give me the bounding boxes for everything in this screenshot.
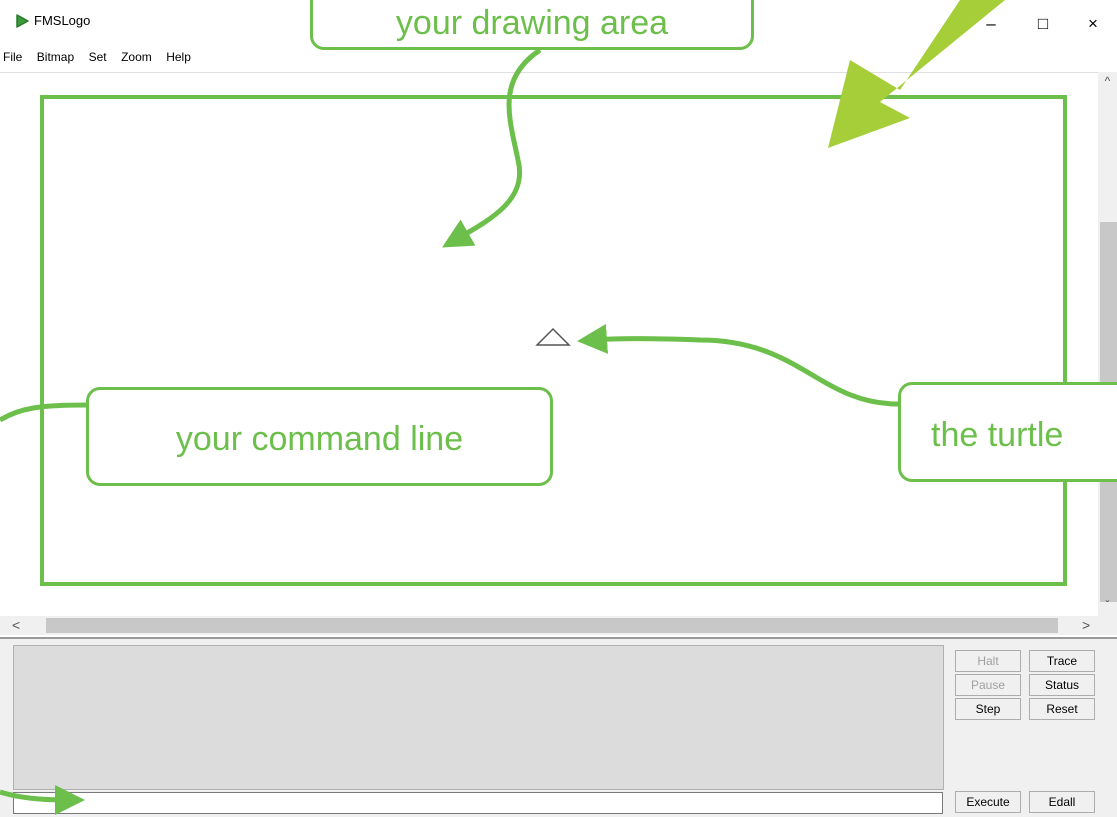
callout-drawing-area: your drawing area <box>310 0 754 50</box>
trace-button[interactable]: Trace <box>1029 650 1095 672</box>
callout-turtle: the turtle <box>898 382 1117 482</box>
scroll-up-arrow-icon[interactable]: ^ <box>1098 74 1117 90</box>
menu-file[interactable]: File <box>3 50 22 64</box>
horizontal-scroll-thumb[interactable] <box>46 618 1058 633</box>
reset-button[interactable]: Reset <box>1029 698 1095 720</box>
edall-button[interactable]: Edall <box>1029 791 1095 813</box>
menu-set[interactable]: Set <box>89 50 107 64</box>
halt-button[interactable]: Halt <box>955 650 1021 672</box>
menu-zoom[interactable]: Zoom <box>121 50 152 64</box>
turtle-icon <box>535 327 571 346</box>
menu-bar: File Bitmap Set Zoom Help <box>0 48 201 70</box>
callout-command-line: your command line <box>86 387 553 486</box>
scroll-down-arrow-icon[interactable]: ˇ <box>1098 598 1117 614</box>
execute-button[interactable]: Execute <box>955 791 1021 813</box>
close-button[interactable]: × <box>1080 14 1106 34</box>
scroll-right-arrow-icon[interactable]: > <box>1082 616 1098 635</box>
command-history[interactable] <box>13 645 944 790</box>
command-input[interactable] <box>13 792 943 814</box>
status-button[interactable]: Status <box>1029 674 1095 696</box>
window-title: FMSLogo <box>34 13 91 28</box>
menu-help[interactable]: Help <box>166 50 191 64</box>
pause-button[interactable]: Pause <box>955 674 1021 696</box>
step-button[interactable]: Step <box>955 698 1021 720</box>
menu-bitmap[interactable]: Bitmap <box>37 50 74 64</box>
minimize-button[interactable]: – <box>978 14 1004 34</box>
fmslogo-logo-icon <box>16 14 29 28</box>
maximize-button[interactable]: □ <box>1030 14 1056 34</box>
scroll-left-arrow-icon[interactable]: < <box>12 616 28 635</box>
